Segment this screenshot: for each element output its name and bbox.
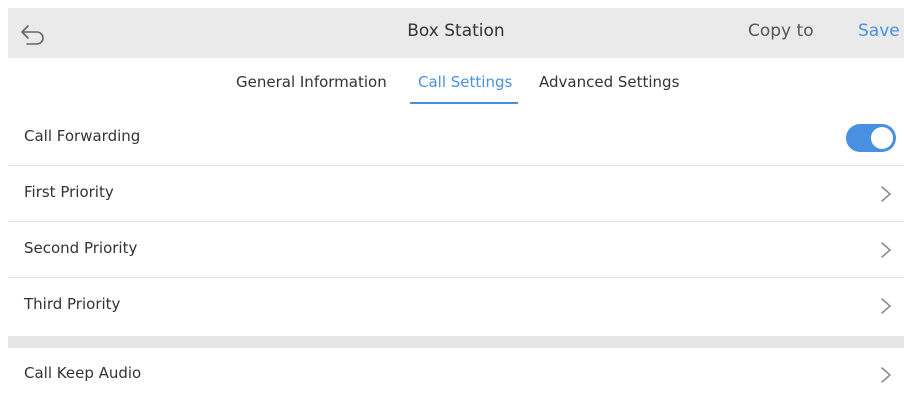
first-priority-row[interactable]: First Priority — [8, 166, 904, 222]
call-keep-audio-label: Call Keep Audio — [24, 364, 142, 382]
third-priority-label: Third Priority — [24, 295, 121, 313]
call-keep-audio-row[interactable]: Call Keep Audio — [8, 348, 904, 399]
call-forwarding-toggle[interactable] — [846, 124, 896, 152]
section-separator — [8, 336, 904, 348]
first-priority-label: First Priority — [24, 183, 114, 201]
second-priority-row[interactable]: Second Priority — [8, 222, 904, 278]
tab-general-information[interactable]: General Information — [236, 73, 387, 91]
back-button[interactable] — [16, 20, 48, 46]
chevron-right-icon — [881, 186, 891, 202]
call-forwarding-label: Call Forwarding — [24, 127, 141, 145]
save-button[interactable]: Save — [858, 21, 900, 41]
back-arrow-icon — [21, 25, 44, 45]
chevron-right-icon — [881, 367, 891, 383]
chevron-right-icon — [881, 242, 891, 258]
call-forwarding-row: Call Forwarding — [8, 110, 904, 166]
third-priority-row[interactable]: Third Priority — [8, 278, 904, 334]
page: Box Station Copy to Save General Informa… — [0, 0, 904, 399]
tab-call-settings[interactable]: Call Settings — [418, 73, 512, 91]
second-priority-label: Second Priority — [24, 239, 138, 257]
active-tab-indicator — [410, 102, 518, 104]
header-bar: Box Station Copy to Save — [8, 8, 904, 58]
tab-bar: General Information Call Settings Advanc… — [8, 58, 904, 110]
toggle-knob — [871, 127, 893, 149]
copy-to-button[interactable]: Copy to — [748, 21, 814, 41]
tab-advanced-settings[interactable]: Advanced Settings — [539, 73, 679, 91]
chevron-right-icon — [881, 298, 891, 314]
